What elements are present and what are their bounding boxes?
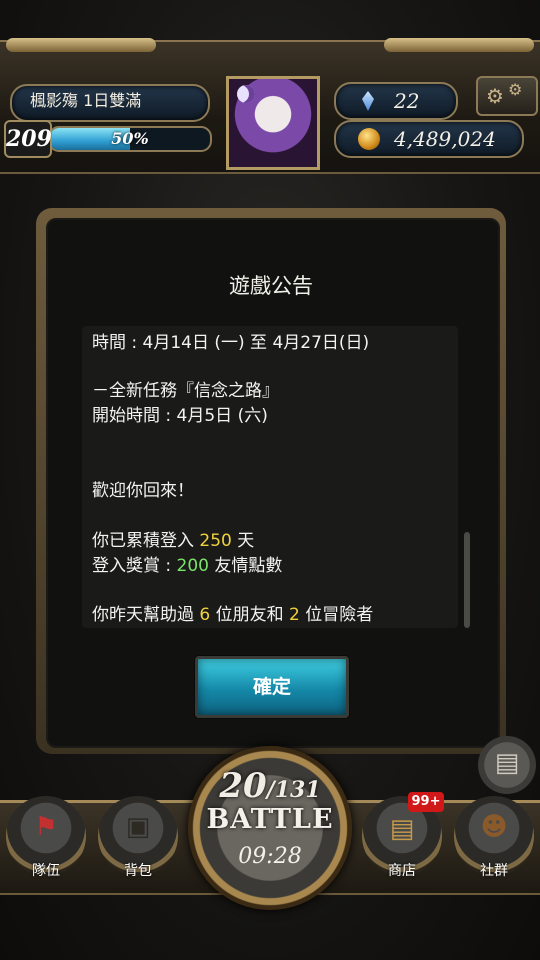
shop-label: 商店 [388, 863, 416, 879]
content-scrollbar[interactable] [464, 532, 470, 628]
adventurers-helped-value: 2 [289, 605, 300, 625]
announcement-title: 遊戲公告 [229, 274, 313, 298]
shop-notification-badge: 99+ [408, 792, 444, 812]
reward-value: 200 [176, 556, 209, 576]
announcement-line-login-days: 你已累積登入 250 天 [92, 531, 255, 551]
announcement-line-date: 時間 : 4月14日 (一) 至 4月27日(日) [92, 333, 370, 353]
exp-bar: 50% [48, 126, 212, 152]
exp-percent: 50% [111, 129, 149, 148]
announcement-line-quest: －全新任務『信念之路』 [92, 381, 279, 401]
people-icon: ☻ [480, 812, 508, 842]
login-days-value: 250 [199, 531, 232, 551]
settings-button[interactable]: ⚙ ⚙ [476, 76, 538, 116]
stamina-counter: 20/131 [188, 766, 352, 806]
friends-helped-value: 6 [199, 605, 211, 625]
top-ornament-left [6, 38, 156, 52]
announcement-line-reward: 登入獎賞 : 200 友情點數 [92, 556, 283, 576]
stamina-timer: 09:28 [238, 844, 302, 869]
announcement-line-welcome: 歡迎你回來！ [92, 481, 194, 501]
bag-label: 背包 [124, 863, 152, 879]
flag-icon: ⚑ [34, 812, 58, 842]
announcement-line-helped: 你昨天幫助過 6 位朋友和 2 位冒險者 [92, 605, 374, 625]
gem-counter[interactable]: 22 [334, 82, 458, 120]
player-level: 209 [4, 120, 52, 158]
chest-icon: ▤ [389, 814, 415, 844]
scroll-icon: ▤ [494, 748, 520, 778]
top-ornament-right [384, 38, 534, 52]
gem-icon [362, 91, 374, 111]
moon-icon [237, 85, 255, 103]
player-avatar[interactable] [226, 76, 320, 170]
event-title: 楓影殤 1日雙滿 [30, 91, 142, 110]
gear-icon: ⚙ [486, 84, 504, 108]
backpack-icon: ▣ [125, 812, 151, 842]
gem-count: 22 [394, 89, 420, 113]
announcement-content[interactable]: 時間 : 4月14日 (一) 至 4月27日(日) －全新任務『信念之路』 開始… [82, 326, 458, 628]
log-button[interactable]: ▤ [478, 736, 536, 794]
social-label: 社群 [480, 863, 508, 879]
battle-label: BATTLE [206, 804, 334, 835]
coin-count: 4,489,024 [394, 127, 496, 151]
confirm-button[interactable]: 確定 [195, 656, 349, 718]
team-label: 隊伍 [32, 863, 60, 879]
coin-icon [358, 128, 380, 150]
stamina-current: 20 [219, 766, 267, 806]
gear-small-icon: ⚙ [508, 80, 523, 99]
coin-counter[interactable]: 4,489,024 [334, 120, 524, 158]
announcement-line-start: 開始時間 : 4月5日 (六) [92, 406, 268, 426]
stamina-max: /131 [266, 777, 321, 803]
